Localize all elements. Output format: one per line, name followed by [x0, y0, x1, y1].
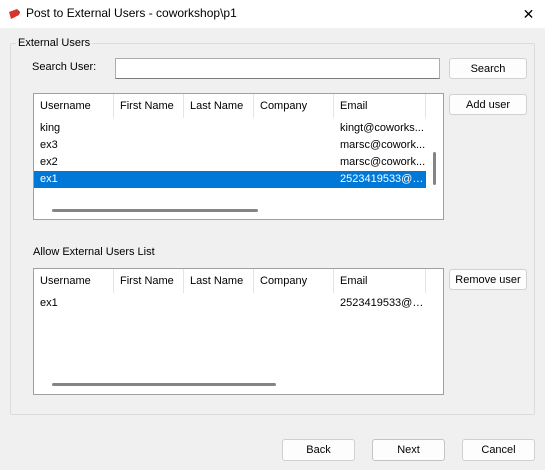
cell-last-name	[184, 154, 254, 171]
cell-email: 2523419533@q...	[340, 173, 426, 185]
column-header-username[interactable]: Username	[34, 94, 114, 118]
column-header-first-name[interactable]: First Name	[114, 94, 184, 118]
column-header-last-name[interactable]: Last Name	[184, 269, 254, 293]
cell-email: 2523419533@q...	[340, 297, 426, 309]
cell-company	[254, 137, 334, 154]
cell-company	[254, 171, 334, 188]
group-label: External Users	[16, 37, 93, 49]
cell-last-name	[184, 171, 254, 188]
users-listview[interactable]: Username First Name Last Name Company Em…	[33, 93, 444, 220]
search-user-input[interactable]	[115, 58, 440, 79]
allow-users-listview[interactable]: Username First Name Last Name Company Em…	[33, 268, 444, 395]
cell-last-name	[184, 120, 254, 137]
column-header-company[interactable]: Company	[254, 269, 334, 293]
column-header-email[interactable]: Email	[334, 269, 426, 293]
cell-email: marsc@cowork...	[340, 139, 426, 151]
cell-company	[254, 295, 334, 312]
cell-username: ex2	[40, 156, 58, 168]
allow-list-horizontal-scrollbar[interactable]	[52, 383, 276, 386]
column-header-first-name[interactable]: First Name	[114, 269, 184, 293]
app-logo-icon	[7, 7, 21, 21]
cell-username: ex1	[40, 173, 58, 185]
list-item[interactable]: ex1 2523419533@q...	[34, 171, 426, 188]
back-button[interactable]: Back	[282, 439, 355, 461]
column-header-last-name[interactable]: Last Name	[184, 94, 254, 118]
cell-email: kingt@coworks...	[340, 122, 424, 134]
cell-company	[254, 120, 334, 137]
cell-company	[254, 154, 334, 171]
close-button[interactable]: ✕	[512, 0, 545, 28]
column-header-username[interactable]: Username	[34, 269, 114, 293]
users-list-horizontal-scrollbar[interactable]	[52, 209, 258, 212]
allow-list-label: Allow External Users List	[33, 246, 155, 258]
cell-first-name	[114, 120, 184, 137]
list-item[interactable]: ex2 marsc@cowork...	[34, 154, 426, 171]
cell-first-name	[114, 137, 184, 154]
list-item[interactable]: king kingt@coworks...	[34, 120, 426, 137]
cell-first-name	[114, 295, 184, 312]
cell-username: ex3	[40, 139, 58, 151]
list-item[interactable]: ex3 marsc@cowork...	[34, 137, 426, 154]
close-icon: ✕	[522, 5, 535, 22]
remove-user-button[interactable]: Remove user	[449, 269, 527, 290]
cell-first-name	[114, 171, 184, 188]
users-list-vertical-scrollbar[interactable]	[433, 152, 436, 185]
search-user-label: Search User:	[32, 61, 97, 73]
window-title: Post to External Users - coworkshop\p1	[26, 6, 237, 20]
add-user-button[interactable]: Add user	[449, 94, 527, 115]
cancel-button[interactable]: Cancel	[462, 439, 535, 461]
column-header-company[interactable]: Company	[254, 94, 334, 118]
cell-username: king	[40, 122, 61, 134]
cell-last-name	[184, 295, 254, 312]
column-header-email[interactable]: Email	[334, 94, 426, 118]
cell-first-name	[114, 154, 184, 171]
cell-email: marsc@cowork...	[340, 156, 426, 168]
cell-last-name	[184, 137, 254, 154]
list-item[interactable]: ex1 2523419533@q...	[34, 295, 426, 312]
cell-username: ex1	[40, 297, 58, 309]
next-button[interactable]: Next	[372, 439, 445, 461]
search-button[interactable]: Search	[449, 58, 527, 79]
allow-list-header: Username First Name Last Name Company Em…	[34, 269, 426, 293]
users-list-header: Username First Name Last Name Company Em…	[34, 94, 426, 118]
